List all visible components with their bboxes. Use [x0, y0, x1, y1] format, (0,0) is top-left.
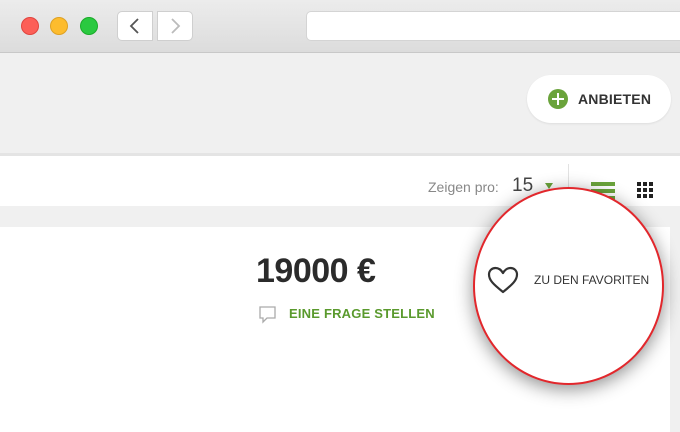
- browser-toolbar: [0, 0, 680, 53]
- ask-question-label: EINE FRAGE STELLEN: [289, 306, 435, 321]
- per-page-select[interactable]: 15: [512, 175, 533, 197]
- chevron-left-icon: [129, 18, 139, 34]
- back-button[interactable]: [117, 11, 153, 41]
- heart-icon[interactable]: [487, 266, 519, 294]
- chevron-right-icon: [171, 18, 181, 34]
- forward-button[interactable]: [157, 11, 193, 41]
- offer-button[interactable]: ANBIETEN: [527, 75, 671, 123]
- plus-circle-icon: [548, 89, 568, 109]
- address-bar[interactable]: [306, 11, 680, 41]
- grid-view-icon[interactable]: [637, 182, 654, 199]
- speech-bubble-icon: [259, 306, 276, 324]
- zoom-highlight: ZU DEN FAVORITEN: [473, 187, 664, 385]
- maximize-window-button[interactable]: [80, 17, 98, 35]
- close-window-button[interactable]: [21, 17, 39, 35]
- offer-button-label: ANBIETEN: [578, 91, 652, 107]
- minimize-window-button[interactable]: [50, 17, 68, 35]
- per-page-label: Zeigen pro:: [428, 179, 499, 195]
- add-to-favorites-link[interactable]: ZU DEN FAVORITEN: [534, 273, 649, 287]
- listing-price: 19000 €: [256, 252, 376, 290]
